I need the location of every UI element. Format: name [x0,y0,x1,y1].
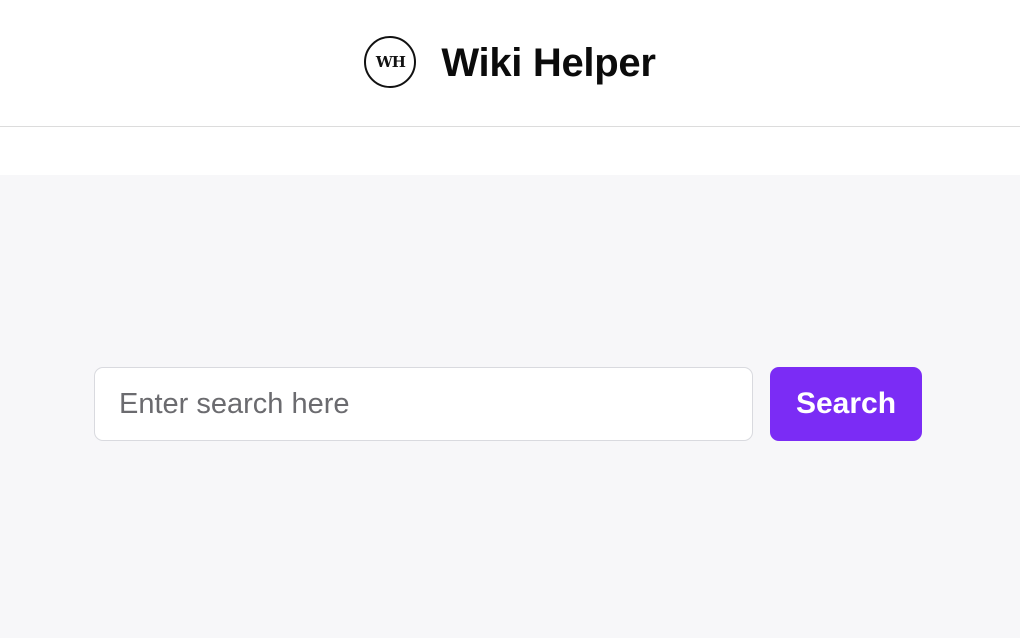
wiki-helper-logo-icon: WH [364,36,417,88]
brand[interactable]: WH Wiki Helper [364,36,656,88]
search-input[interactable] [94,367,753,441]
app-title: Wiki Helper [441,40,656,85]
search-button[interactable]: Search [770,367,922,441]
app-header: WH Wiki Helper [0,0,1020,127]
search-section: Search [0,175,1020,638]
header-spacer [0,127,1020,175]
